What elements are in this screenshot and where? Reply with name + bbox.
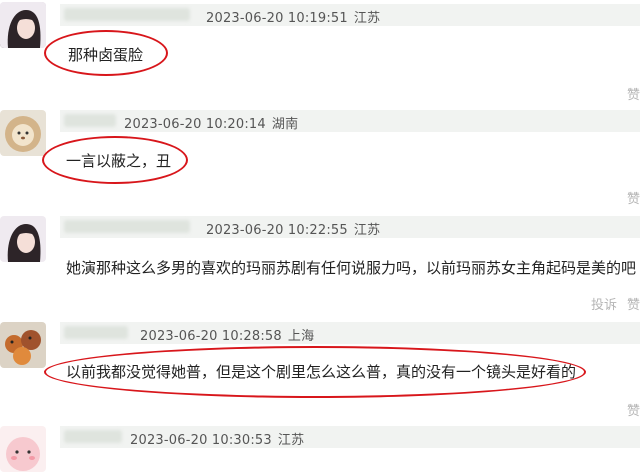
comment-item: 2023-06-20 10:20:14 湖南 一言以蔽之，丑 赞 — [0, 108, 640, 213]
comment-actions: 赞 — [617, 84, 640, 103]
username-blurred[interactable] — [64, 220, 190, 233]
report-button[interactable]: 投诉 — [591, 298, 617, 313]
location: 江苏 — [277, 433, 305, 448]
comment-actions: 赞 — [617, 188, 640, 207]
comment-header: 2023-06-20 10:19:51 江苏 — [60, 4, 640, 26]
location: 湖南 — [271, 117, 299, 132]
comment-meta: 2023-06-20 10:22:55 江苏 — [206, 219, 380, 238]
timestamp: 2023-06-20 10:20:14 — [124, 117, 266, 132]
comment-meta: 2023-06-20 10:30:53 江苏 — [130, 429, 304, 448]
comment-actions: 投诉赞 — [581, 294, 640, 313]
avatar[interactable] — [0, 426, 46, 472]
username-blurred[interactable] — [64, 8, 190, 21]
comment-text: 那种卤蛋脸 — [68, 46, 144, 64]
timestamp: 2023-06-20 10:28:58 — [140, 329, 282, 344]
comment-meta: 2023-06-20 10:28:58 上海 — [140, 325, 314, 344]
avatar[interactable] — [0, 322, 46, 368]
comment-item: 2023-06-20 10:22:55 江苏 她演那种这么多男的喜欢的玛丽苏剧有任… — [0, 214, 640, 320]
avatar[interactable] — [0, 110, 46, 156]
timestamp: 2023-06-20 10:19:51 — [206, 11, 348, 26]
username-blurred[interactable] — [64, 430, 122, 443]
user-avatar-icon — [0, 216, 46, 262]
comment-item: 2023-06-20 10:28:58 上海 以前我都没觉得她普，但是这个剧里怎么… — [0, 320, 640, 424]
cartoon-avatar-icon — [0, 322, 46, 368]
comment-item: 2023-06-20 10:30:53 江苏 — [0, 424, 640, 472]
comment-item: 2023-06-20 10:19:51 江苏 那种卤蛋脸 赞 — [0, 0, 640, 105]
timestamp: 2023-06-20 10:30:53 — [130, 433, 272, 448]
timestamp: 2023-06-20 10:22:55 — [206, 223, 348, 238]
like-button[interactable]: 赞 — [627, 404, 640, 419]
location: 江苏 — [353, 11, 381, 26]
avatar[interactable] — [0, 216, 46, 262]
comment-text: 一言以蔽之，丑 — [66, 152, 172, 170]
username-blurred[interactable] — [64, 326, 128, 339]
like-button[interactable]: 赞 — [627, 192, 640, 207]
comment-header: 2023-06-20 10:30:53 江苏 — [60, 426, 640, 448]
location: 上海 — [287, 329, 315, 344]
username-blurred[interactable] — [64, 114, 116, 127]
comment-header: 2023-06-20 10:22:55 江苏 — [60, 216, 640, 238]
lion-avatar-icon — [0, 110, 46, 156]
comment-actions: 赞 — [617, 400, 640, 419]
avatar[interactable] — [0, 2, 46, 48]
comment-header: 2023-06-20 10:28:58 上海 — [60, 322, 640, 344]
like-button[interactable]: 赞 — [627, 298, 640, 313]
pink-cartoon-avatar-icon — [0, 426, 46, 472]
like-button[interactable]: 赞 — [627, 88, 640, 103]
comment-header: 2023-06-20 10:20:14 湖南 — [60, 110, 640, 132]
user-avatar-icon — [0, 2, 46, 48]
comment-text: 以前我都没觉得她普，但是这个剧里怎么这么普，真的没有一个镜头是好看的 — [66, 363, 577, 381]
location: 江苏 — [353, 223, 381, 238]
comment-text: 她演那种这么多男的喜欢的玛丽苏剧有任何说服力吗，以前玛丽苏女主角起码是美的吧 — [66, 259, 637, 277]
comment-meta: 2023-06-20 10:19:51 江苏 — [206, 7, 380, 26]
comment-meta: 2023-06-20 10:20:14 湖南 — [124, 113, 298, 132]
